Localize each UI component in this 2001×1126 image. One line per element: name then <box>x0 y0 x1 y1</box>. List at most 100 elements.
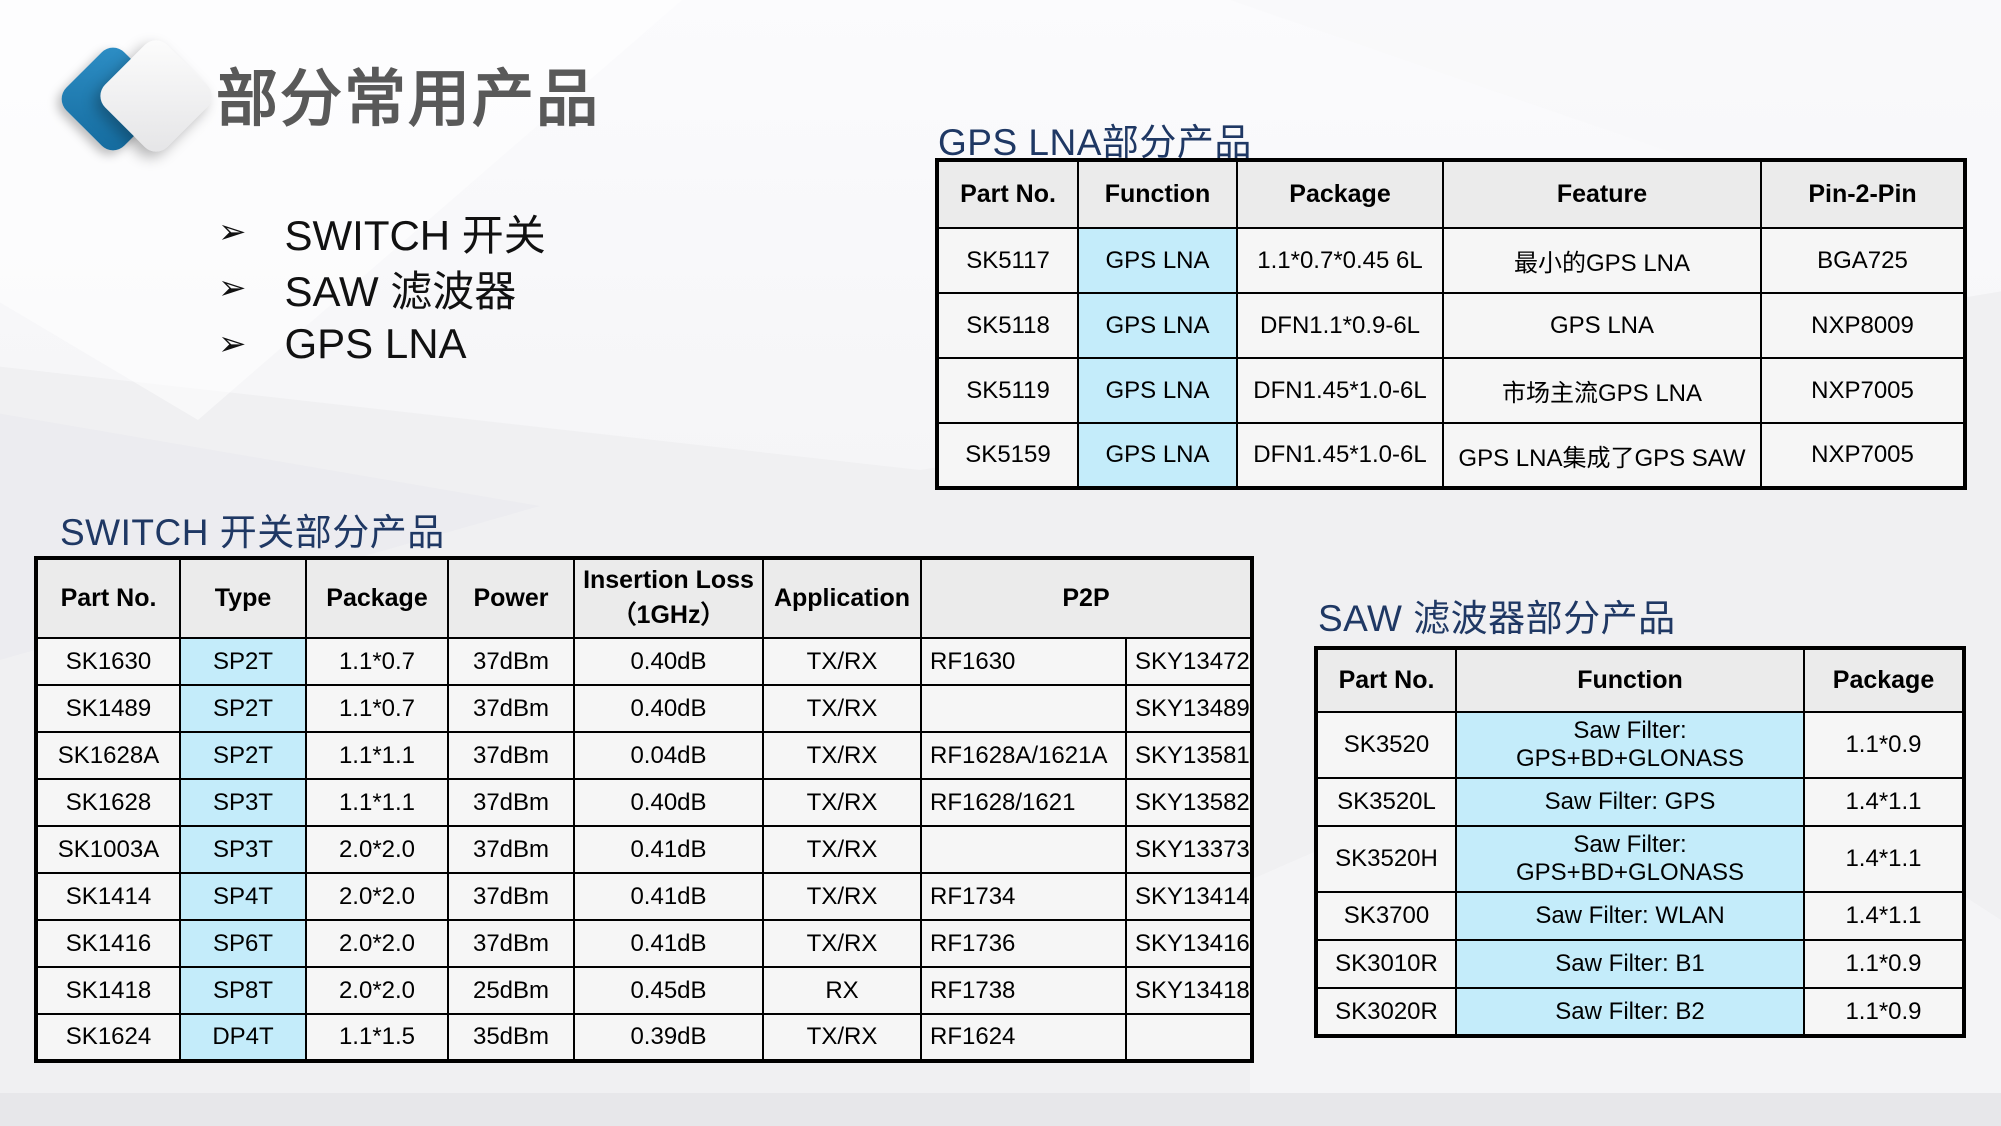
table-cell: 1.1*1.1 <box>306 732 448 779</box>
column-header: Type <box>180 558 306 638</box>
table-cell: 2.0*2.0 <box>306 826 448 873</box>
table-cell: 0.40dB <box>574 638 763 685</box>
table-cell: 0.40dB <box>574 779 763 826</box>
table-cell: SK1624 <box>36 1014 180 1061</box>
table-cell: 37dBm <box>448 873 574 920</box>
table-cell: SK3020R <box>1316 988 1456 1036</box>
table-cell: 0.41dB <box>574 873 763 920</box>
list-item: ➢ SWITCH 开关 <box>218 204 546 260</box>
column-header: Package <box>1804 648 1964 712</box>
column-header: Part No. <box>937 160 1078 228</box>
table-row: SK5159GPS LNADFN1.45*1.0-6LGPS LNA集成了GPS… <box>937 423 1965 488</box>
table-cell: RF1624 <box>921 1014 1126 1061</box>
table-cell: SKY13472 <box>1126 638 1252 685</box>
column-header: Package <box>1237 160 1443 228</box>
table-cell: 1.1*0.9 <box>1804 940 1964 988</box>
table-cell: DP4T <box>180 1014 306 1061</box>
table-cell: DFN1.45*1.0-6L <box>1237 358 1443 423</box>
table-cell: 37dBm <box>448 826 574 873</box>
table-cell: TX/RX <box>763 779 921 826</box>
table-cell: SK5118 <box>937 293 1078 358</box>
table-cell: SK1489 <box>36 685 180 732</box>
table-cell: 市场主流GPS LNA <box>1443 358 1761 423</box>
column-header: Function <box>1456 648 1804 712</box>
table-cell: 0.04dB <box>574 732 763 779</box>
table-cell: SK1628A <box>36 732 180 779</box>
table-cell: TX/RX <box>763 920 921 967</box>
table-cell: SKY13418 <box>1126 967 1252 1014</box>
table-cell: TX/RX <box>763 873 921 920</box>
table-cell: 1.1*0.9 <box>1804 988 1964 1036</box>
table-cell: SK3520L <box>1316 778 1456 826</box>
table-cell: Saw Filter: GPS+BD+GLONASS <box>1456 826 1804 892</box>
table-cell: 0.41dB <box>574 920 763 967</box>
table-cell: 1.1*0.7*0.45 6L <box>1237 228 1443 293</box>
page-title: 部分常用产品 <box>216 48 600 138</box>
table-row: SK3520LSaw Filter: GPS1.4*1.1 <box>1316 778 1964 826</box>
table-cell: TX/RX <box>763 685 921 732</box>
table-cell: 0.40dB <box>574 685 763 732</box>
table-cell: 1.4*1.1 <box>1804 892 1964 940</box>
table-cell: GPS LNA <box>1078 423 1237 488</box>
table-cell: SKY13414 <box>1126 873 1252 920</box>
table-cell: 1.1*1.5 <box>306 1014 448 1061</box>
table-cell: NXP7005 <box>1761 423 1965 488</box>
table-cell: SK1418 <box>36 967 180 1014</box>
table-row: SK1628ASP2T1.1*1.137dBm0.04dBTX/RXRF1628… <box>36 732 1252 779</box>
table-cell: SK5119 <box>937 358 1078 423</box>
table-cell: SP8T <box>180 967 306 1014</box>
table-row: SK1489SP2T1.1*0.737dBm0.40dBTX/RXSKY1348… <box>36 685 1252 732</box>
list-item: ➢ GPS LNA <box>218 316 546 372</box>
table-cell: NXP8009 <box>1761 293 1965 358</box>
table-row: SK5117GPS LNA1.1*0.7*0.45 6L最小的GPS LNABG… <box>937 228 1965 293</box>
table-cell: 最小的GPS LNA <box>1443 228 1761 293</box>
table-row: SK1416SP6T2.0*2.037dBm0.41dBTX/RXRF1736S… <box>36 920 1252 967</box>
table-cell: RF1628A/1621A <box>921 732 1126 779</box>
table-cell: SP4T <box>180 873 306 920</box>
table-cell: SP3T <box>180 826 306 873</box>
table-cell: 37dBm <box>448 685 574 732</box>
table-cell: 1.1*0.7 <box>306 638 448 685</box>
table-cell <box>921 826 1126 873</box>
table-cell: 0.45dB <box>574 967 763 1014</box>
table-cell <box>921 685 1126 732</box>
column-header: Package <box>306 558 448 638</box>
arrow-bullet-icon: ➢ <box>218 324 247 364</box>
table-cell: Saw Filter: B1 <box>1456 940 1804 988</box>
header-row: Part No. Function Package <box>1316 648 1964 712</box>
gps-lna-table: Part No. Function Package Feature Pin-2-… <box>935 158 1967 490</box>
column-header: Function <box>1078 160 1237 228</box>
table-cell: SKY13373 <box>1126 826 1252 873</box>
table-row: SK1414SP4T2.0*2.037dBm0.41dBTX/RXRF1734S… <box>36 873 1252 920</box>
table-cell: 37dBm <box>448 732 574 779</box>
table-cell: DFN1.1*0.9-6L <box>1237 293 1443 358</box>
table-cell: GPS LNA集成了GPS SAW <box>1443 423 1761 488</box>
list-item: ➢ SAW 滤波器 <box>218 260 546 316</box>
table-cell: RX <box>763 967 921 1014</box>
table-cell: Saw Filter: B2 <box>1456 988 1804 1036</box>
table-cell: GPS LNA <box>1078 358 1237 423</box>
table-cell: SK3520H <box>1316 826 1456 892</box>
table-cell: SK1414 <box>36 873 180 920</box>
table-cell: Saw Filter: GPS <box>1456 778 1804 826</box>
saw-filter-table: Part No. Function Package SK3520Saw Filt… <box>1314 646 1966 1038</box>
table-row: SK5119GPS LNADFN1.45*1.0-6L市场主流GPS LNANX… <box>937 358 1965 423</box>
arrow-bullet-icon: ➢ <box>218 212 247 252</box>
table-cell: 1.1*1.1 <box>306 779 448 826</box>
table-row: SK1628SP3T1.1*1.137dBm0.40dBTX/RXRF1628/… <box>36 779 1252 826</box>
table-cell: SP2T <box>180 685 306 732</box>
table-cell: RF1734 <box>921 873 1126 920</box>
table-cell <box>1126 1014 1252 1061</box>
column-header: Part No. <box>36 558 180 638</box>
table-cell: 37dBm <box>448 638 574 685</box>
table-cell: SKY13416 <box>1126 920 1252 967</box>
column-header: Insertion Loss （1GHz） <box>574 558 763 638</box>
table-row: SK1003ASP3T2.0*2.037dBm0.41dBTX/RXSKY133… <box>36 826 1252 873</box>
table-cell: SK5159 <box>937 423 1078 488</box>
table-cell: 1.1*0.9 <box>1804 712 1964 778</box>
table-cell: SP2T <box>180 732 306 779</box>
arrow-bullet-icon: ➢ <box>218 268 247 308</box>
table-row: SK1624DP4T1.1*1.535dBm0.39dBTX/RXRF1624 <box>36 1014 1252 1061</box>
table-cell: SP6T <box>180 920 306 967</box>
table-cell: TX/RX <box>763 732 921 779</box>
